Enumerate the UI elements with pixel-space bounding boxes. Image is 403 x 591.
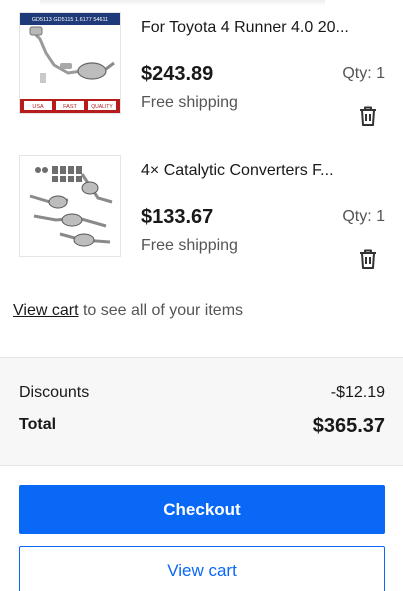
item-thumbnail[interactable] xyxy=(19,155,121,257)
item-quantity: Qty: 1 xyxy=(342,208,385,225)
item-price: $133.67 xyxy=(141,206,214,228)
checkout-button[interactable]: Checkout xyxy=(19,485,385,534)
image-badge-usa: USA xyxy=(32,104,44,110)
image-badge-quality: QUALITY xyxy=(91,104,113,110)
cart-note-text: to see all of your items xyxy=(78,302,244,319)
image-badge-fast: FAST xyxy=(63,104,77,110)
cart-preview-panel: GD5113 GD5115 1.6177 54611 USA FAST QUAL… xyxy=(0,0,403,591)
discounts-value: -$12.19 xyxy=(330,384,385,401)
item-price: $243.89 xyxy=(141,63,214,85)
item-title[interactable]: For Toyota 4 Runner 4.0 20... xyxy=(141,18,386,38)
order-summary: Discounts -$12.19 Total $365.37 xyxy=(0,357,403,466)
trash-icon[interactable] xyxy=(356,247,380,271)
total-label: Total xyxy=(19,416,57,433)
exhaust-system-image: GD5113 GD5115 1.6177 54611 USA FAST QUAL… xyxy=(20,13,120,113)
total-value: $365.37 xyxy=(312,415,385,437)
cart-item: 4× Catalytic Converters F... $133.67 Qty… xyxy=(0,149,403,279)
item-title[interactable]: 4× Catalytic Converters F... xyxy=(141,161,386,181)
view-cart-link[interactable]: View cart xyxy=(13,302,79,319)
item-thumbnail[interactable]: GD5113 GD5115 1.6177 54611 USA FAST QUAL… xyxy=(19,12,121,114)
item-quantity: Qty: 1 xyxy=(342,65,385,82)
cart-note: View cart to see all of your items xyxy=(13,300,243,322)
item-shipping: Free shipping xyxy=(141,237,238,254)
cart-item: GD5113 GD5115 1.6177 54611 USA FAST QUAL… xyxy=(0,6,403,136)
trash-icon[interactable] xyxy=(356,104,380,128)
view-cart-button[interactable]: View cart xyxy=(19,546,385,591)
catalytic-converters-image xyxy=(20,156,120,256)
discounts-label: Discounts xyxy=(19,384,90,401)
image-top-banner-text: GD5113 GD5115 1.6177 54611 xyxy=(32,17,108,23)
item-shipping: Free shipping xyxy=(141,94,238,111)
